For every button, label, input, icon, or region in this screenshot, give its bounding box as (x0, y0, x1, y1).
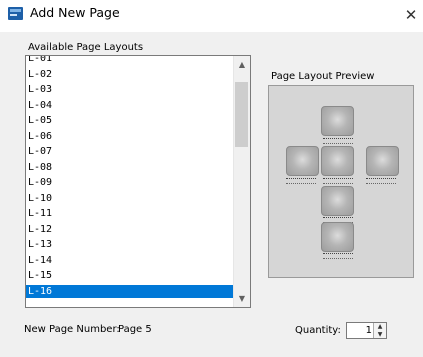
list-scrollbar[interactable]: ▲ ▼ (233, 56, 250, 307)
list-item[interactable]: L-15 (26, 269, 233, 282)
quantity-label: Quantity: (295, 325, 341, 336)
new-page-number-value: Page 5 (118, 324, 152, 335)
scroll-up-icon[interactable]: ▲ (234, 56, 250, 73)
list-item[interactable]: L-02 (26, 68, 233, 81)
app-window-icon (8, 7, 23, 20)
new-page-number-label: New Page Number: (24, 324, 120, 335)
preview-thumbnail (321, 146, 354, 176)
list-item[interactable]: L-13 (26, 238, 233, 251)
quantity-stepper[interactable]: 1 ▲ ▼ (346, 322, 387, 339)
list-item[interactable]: L-10 (26, 192, 233, 205)
page-layout-list[interactable]: L-01 L-02 L-03 L-04 L-05 L-06 L-07 L-08 L-09 L-10… (25, 55, 251, 308)
list-item[interactable]: L-06 (26, 130, 233, 143)
list-item[interactable]: L-04 (26, 99, 233, 112)
close-icon[interactable]: ✕ (399, 0, 423, 30)
preview-caption (366, 178, 396, 184)
available-layouts-label: Available Page Layouts (28, 42, 144, 53)
list-item[interactable]: L-12 (26, 223, 233, 236)
preview-caption (323, 253, 353, 259)
list-item[interactable]: L-03 (26, 83, 233, 96)
list-item[interactable]: L-08 (26, 161, 233, 174)
layout-preview-label: Page Layout Preview (271, 71, 375, 82)
window-title: Add New Page (30, 5, 120, 20)
preview-caption (323, 178, 353, 184)
preview-caption (286, 178, 316, 184)
spin-up-icon[interactable]: ▲ (374, 323, 386, 330)
preview-thumbnail (321, 186, 354, 216)
list-item[interactable]: L-07 (26, 145, 233, 158)
spin-down-icon[interactable]: ▼ (374, 331, 386, 338)
preview-thumbnail (366, 146, 399, 176)
page-layout-list-items: L-01 L-02 L-03 L-04 L-05 L-06 L-07 L-08 L-09 L-10… (26, 56, 233, 307)
list-item[interactable]: L-01 (26, 56, 233, 65)
quantity-spin-buttons[interactable]: ▲ ▼ (373, 323, 386, 338)
list-item[interactable]: L-11 (26, 207, 233, 220)
preview-thumbnail (321, 222, 354, 252)
preview-thumbnail (321, 106, 354, 136)
list-item[interactable]: L-14 (26, 254, 233, 267)
preview-caption (323, 138, 353, 144)
list-item[interactable]: L-05 (26, 114, 233, 127)
title-bar: Add New Page ✕ (0, 0, 423, 32)
preview-thumbnail (286, 146, 319, 176)
scroll-down-icon[interactable]: ▼ (234, 290, 250, 307)
quantity-value[interactable]: 1 (366, 325, 372, 336)
list-item[interactable]: L-09 (26, 176, 233, 189)
scrollbar-thumb[interactable] (235, 82, 248, 147)
list-item[interactable]: L-16 (26, 284, 233, 298)
page-layout-preview (268, 85, 414, 278)
